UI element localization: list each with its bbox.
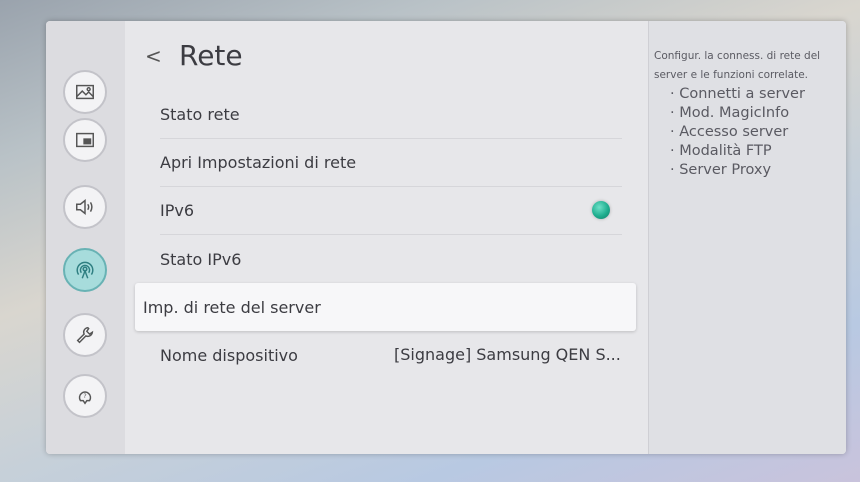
menu-item-stato-rete[interactable]: Stato rete — [160, 91, 622, 139]
picture-icon[interactable] — [63, 70, 107, 114]
category-sidebar: ? — [46, 21, 125, 454]
feature-item: · Mod. MagicInfo — [670, 105, 790, 121]
feature-item: · Accesso server — [670, 124, 789, 140]
network-icon[interactable] — [63, 248, 107, 292]
ipv6-toggle[interactable] — [592, 201, 610, 219]
menu-item-server-network[interactable]: Imp. di rete del server — [135, 283, 636, 331]
wrench-icon[interactable] — [63, 313, 107, 357]
description-panel: Configur. la conness. di rete del server… — [648, 21, 846, 454]
page-title: Rete — [179, 39, 243, 72]
svg-text:?: ? — [83, 392, 86, 400]
screen-icon[interactable] — [63, 118, 107, 162]
menu-item-label: IPv6 — [160, 201, 195, 220]
menu-item-ipv6[interactable]: IPv6 — [160, 187, 622, 235]
feature-item: · Modalità FTP — [670, 143, 772, 159]
menu-item-label: Stato IPv6 — [160, 249, 242, 269]
device-name-value: [Signage] Samsung QEN S... — [394, 345, 621, 364]
main-menu: < Rete Stato rete Apri Impostazioni di r… — [125, 21, 648, 454]
menu-item-label: Stato rete — [160, 105, 240, 124]
feature-item: · Server Proxy — [670, 162, 772, 178]
back-icon[interactable]: < — [145, 45, 163, 67]
description-text: Configur. la conness. di rete del server… — [654, 50, 821, 81]
support-icon[interactable]: ? — [63, 374, 107, 418]
menu-item-label: Nome dispositivo — [160, 345, 298, 365]
sound-icon[interactable] — [63, 185, 107, 229]
menu-item-label: Apri Impostazioni di rete — [160, 153, 357, 172]
feature-item: · Connetti a server — [670, 86, 805, 102]
menu-item-label: Imp. di rete del server — [143, 297, 321, 317]
menu-item-nome-dispositivo[interactable]: Nome dispositivo [Signage] Samsung QEN S… — [160, 331, 622, 379]
menu-item-stato-ipv6[interactable]: Stato IPv6 — [160, 235, 622, 283]
settings-panel: ? < Rete Stato rete Apri Impostazioni di… — [46, 21, 846, 454]
menu-item-apri-impostazioni[interactable]: Apri Impostazioni di rete — [160, 139, 622, 187]
